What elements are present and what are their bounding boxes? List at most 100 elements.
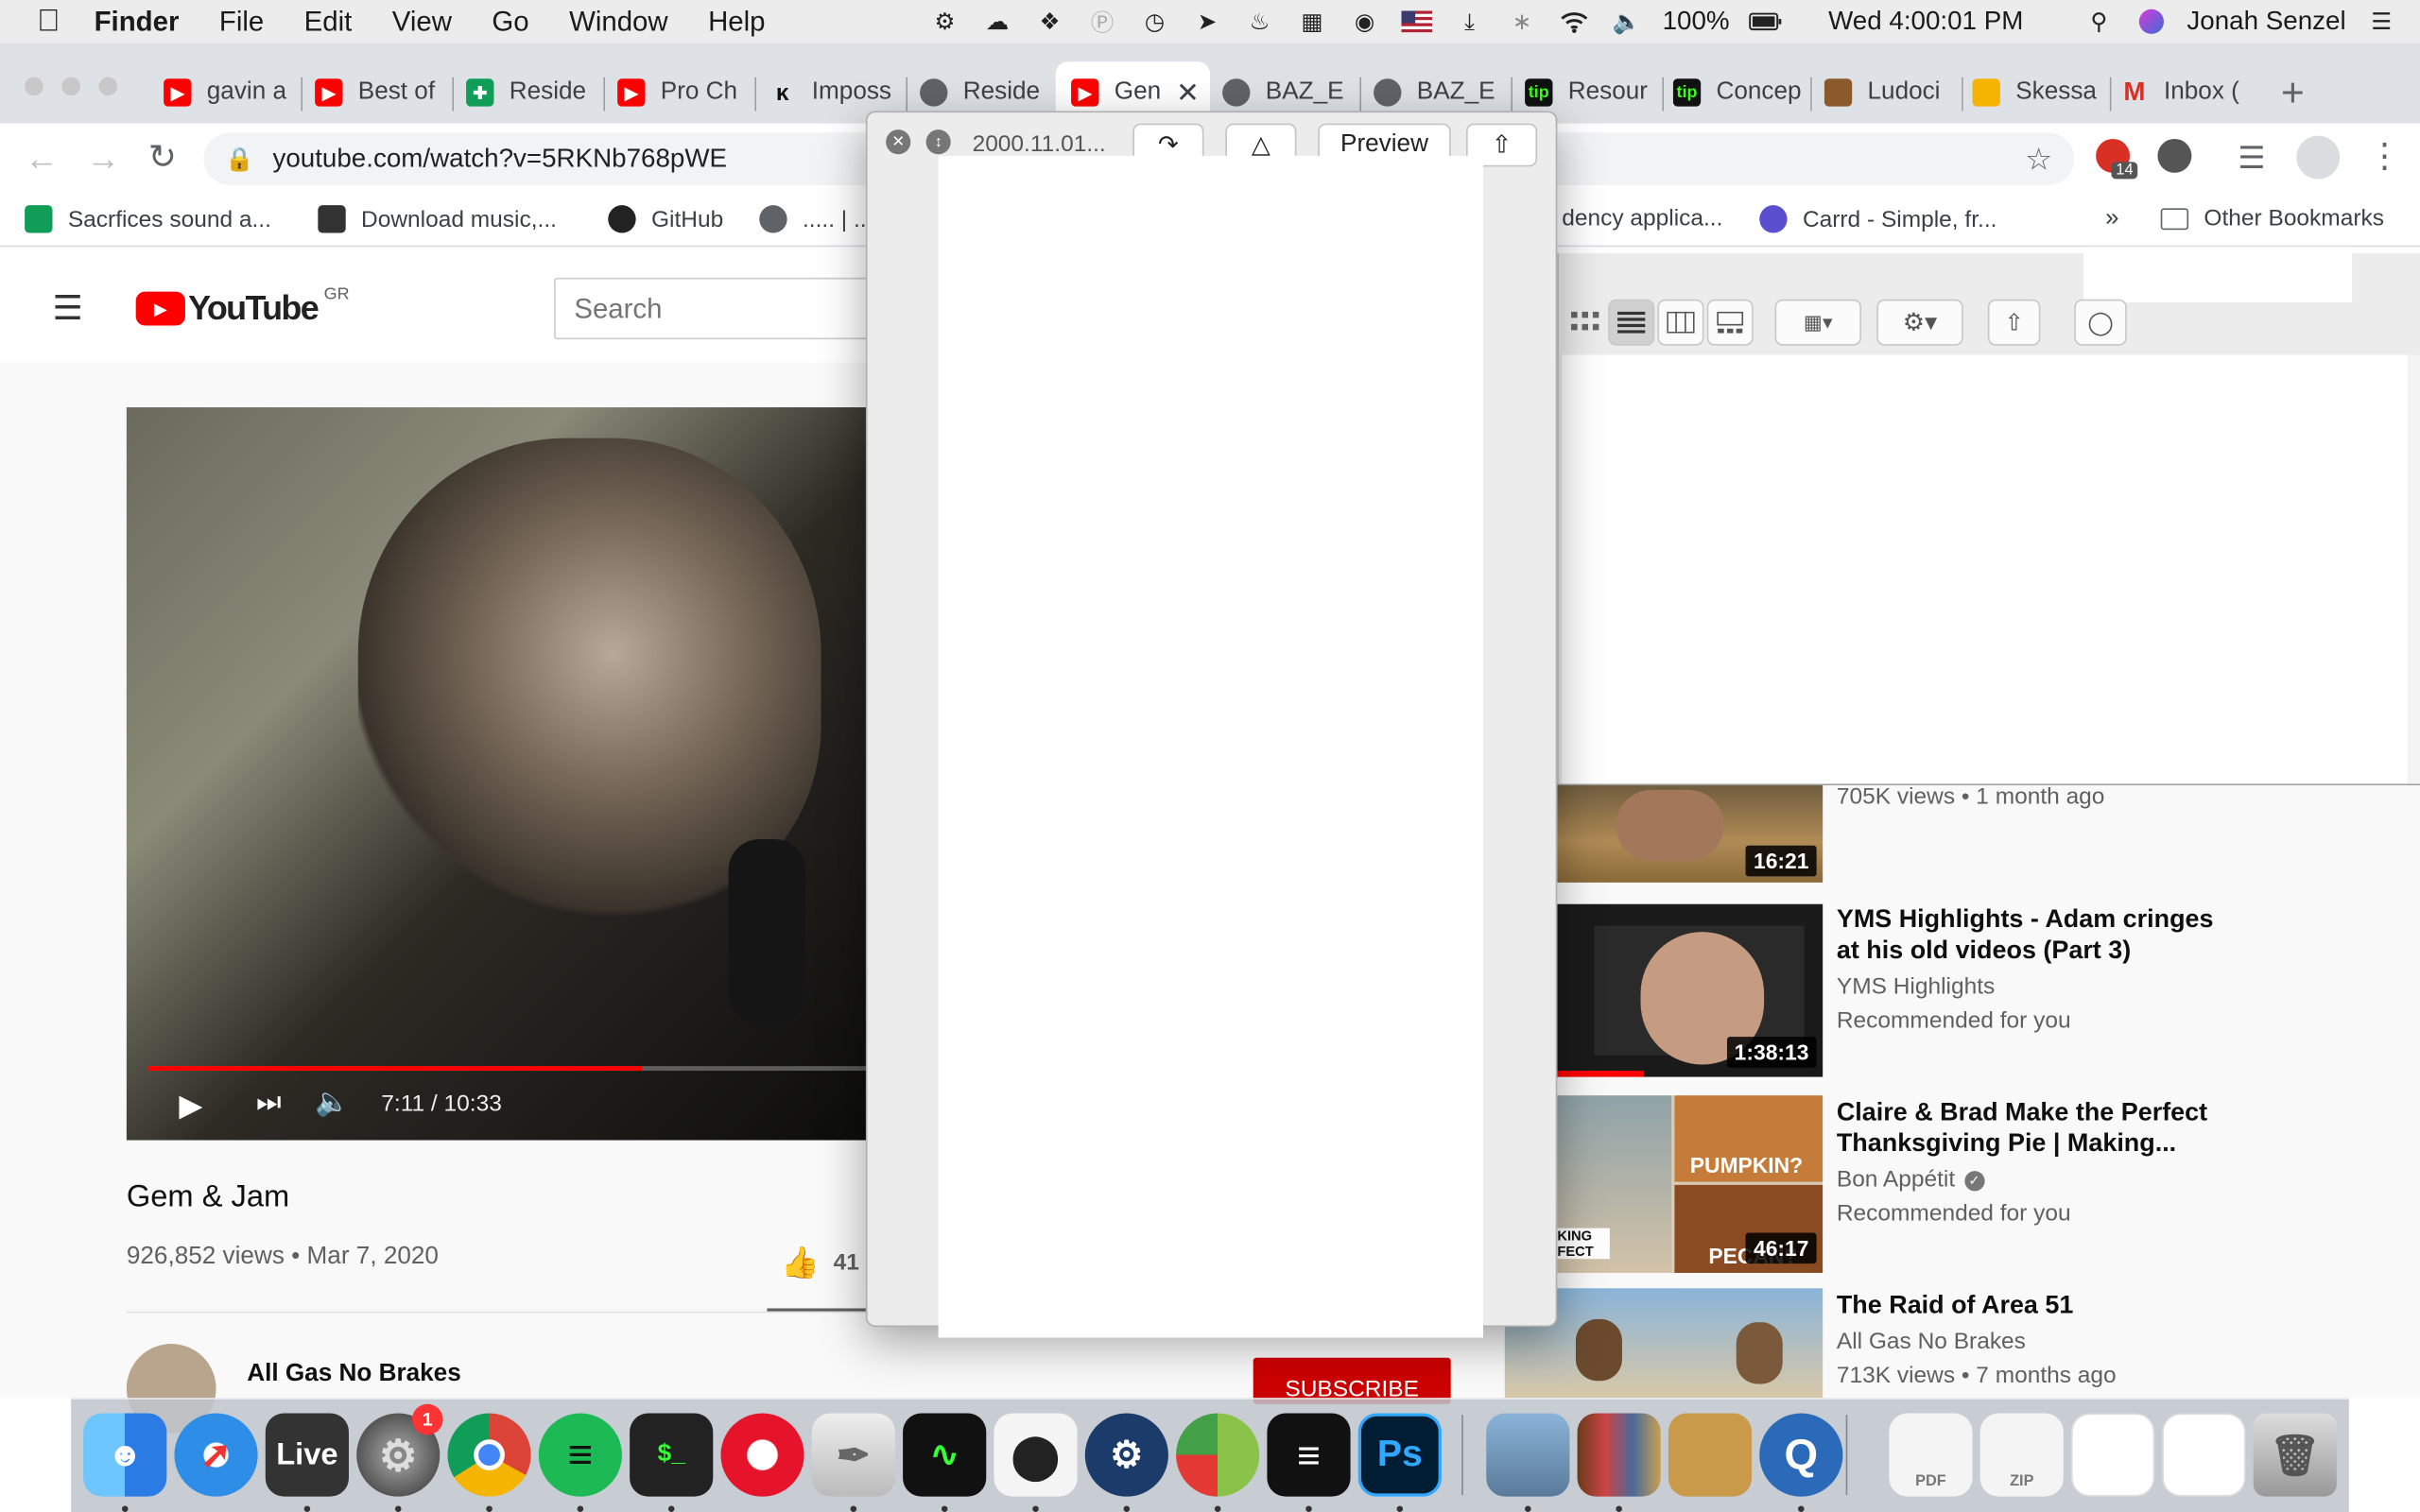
dock-chrome[interactable]: [447, 1413, 531, 1497]
finder-content[interactable]: [1562, 354, 2408, 784]
fullscreen-icon[interactable]: ↕: [925, 129, 951, 155]
bookmark-4[interactable]: dency applica...: [1562, 205, 1722, 232]
dock-quicktime[interactable]: Q: [1759, 1413, 1843, 1497]
dock-text-editor[interactable]: ≡: [1267, 1413, 1351, 1497]
sidebar-channel-2[interactable]: Bon Appétit ✓: [1837, 1163, 1985, 1197]
dock-app-leaf[interactable]: [1176, 1413, 1260, 1497]
tab-3[interactable]: ▶ Pro Ch: [617, 61, 756, 123]
reload-icon[interactable]: ↻: [148, 137, 177, 177]
window-close-icon[interactable]: [25, 77, 43, 96]
progress-track[interactable]: [147, 1066, 868, 1072]
download-icon[interactable]: ⤓: [1453, 8, 1487, 35]
bookmark-3[interactable]: ..... | ..: [759, 205, 867, 233]
dock-activity-monitor[interactable]: ∿: [903, 1413, 987, 1497]
apple-menu-icon[interactable]: : [37, 4, 60, 40]
dock-unity[interactable]: ⬤: [994, 1413, 1078, 1497]
cloud-sync-icon[interactable]: ☁: [980, 8, 1014, 36]
tags-button[interactable]: ◯: [2074, 299, 2127, 346]
column-view-button[interactable]: [1657, 299, 1704, 346]
sidebar-channel-3[interactable]: All Gas No Brakes: [1837, 1325, 2026, 1359]
tab-10[interactable]: tip Concep: [1672, 61, 1812, 123]
clock[interactable]: Wed 4:00:01 PM: [1828, 7, 2023, 38]
sidebar-thumbnail-2[interactable]: PUMPKIN? PECAN? KING FECT 46:17: [1557, 1095, 1824, 1273]
channel-name[interactable]: All Gas No Brakes: [247, 1361, 461, 1388]
next-icon[interactable]: ⏭: [256, 1086, 281, 1118]
dock-trash[interactable]: 🗑: [2253, 1413, 2337, 1497]
dock-system-preferences[interactable]: ⚙ 1: [356, 1403, 443, 1497]
wifi-icon[interactable]: [1558, 8, 1592, 35]
tab-1[interactable]: ▶ Best of: [315, 61, 455, 123]
dock-safari[interactable]: ➚: [174, 1413, 258, 1497]
dock-files-stack[interactable]: [2162, 1413, 2246, 1497]
sidebar-title-2[interactable]: Claire & Brad Make the Perfect Thanksgiv…: [1837, 1097, 2238, 1159]
dock-preview[interactable]: ✒: [811, 1413, 895, 1497]
window-zoom-icon[interactable]: [98, 77, 118, 96]
finder-search-field[interactable]: [2083, 247, 2353, 302]
document-preview[interactable]: [938, 155, 1483, 1338]
user-name[interactable]: Jonah Senzel: [2187, 7, 2345, 38]
dock-calibre[interactable]: [1577, 1413, 1661, 1497]
spotlight-search-icon[interactable]: ⚲: [2082, 8, 2116, 36]
gear-icon[interactable]: ⚙: [927, 8, 961, 36]
dock-opera[interactable]: [720, 1413, 804, 1497]
menu-help[interactable]: Help: [708, 6, 765, 38]
bookmark-2[interactable]: GitHub: [608, 205, 723, 233]
dock-photoshop[interactable]: Ps: [1357, 1413, 1442, 1497]
tab-close-icon[interactable]: ✕: [1176, 77, 1200, 109]
tab-11[interactable]: Ludoci: [1824, 61, 1963, 123]
dock-books[interactable]: [1668, 1413, 1753, 1497]
window-minimize-icon[interactable]: [61, 77, 80, 96]
other-bookmarks[interactable]: Other Bookmarks: [2160, 205, 2384, 232]
profile-avatar[interactable]: [2296, 135, 2341, 180]
bookmark-5[interactable]: Carrd - Simple, fr...: [1759, 205, 1996, 233]
dock-zip-stack[interactable]: ZIP: [1979, 1413, 2064, 1497]
back-arrow-icon[interactable]: ←: [25, 139, 59, 179]
dock-finder[interactable]: ☻: [83, 1413, 167, 1497]
menu-go[interactable]: Go: [492, 6, 528, 38]
icon-view-button[interactable]: [1562, 300, 1608, 346]
dock-documents-stack[interactable]: [2071, 1413, 2155, 1497]
bookmark-1[interactable]: Download music,...: [318, 205, 557, 233]
tab-2[interactable]: ✚ Reside: [466, 61, 605, 123]
time-machine-icon[interactable]: ◷: [1138, 8, 1172, 36]
hat-icon[interactable]: ◉: [1348, 8, 1382, 36]
dock-steam[interactable]: ⚙: [1084, 1413, 1168, 1497]
sidebar-channel-1[interactable]: YMS Highlights: [1837, 971, 1995, 1005]
sidebar-thumbnail-0[interactable]: 16:21: [1557, 781, 1824, 883]
menu-view[interactable]: View: [392, 6, 452, 38]
share-button[interactable]: ⇧: [1987, 299, 2041, 346]
layout-icon[interactable]: ▦: [1295, 8, 1329, 36]
finder-scrollbar[interactable]: [2407, 354, 2420, 784]
media-queue-icon[interactable]: ☰: [2238, 139, 2265, 178]
flame-icon[interactable]: ♨: [1243, 8, 1277, 36]
dock-spotify[interactable]: ≡: [538, 1413, 622, 1497]
gallery-view-button[interactable]: [1706, 299, 1754, 346]
sidebar-title-1[interactable]: YMS Highlights - Adam cringes at his old…: [1837, 904, 2238, 966]
menu-app-name[interactable]: Finder: [95, 6, 180, 38]
tab-12[interactable]: Skessa: [1972, 61, 2112, 123]
video-player[interactable]: ▶ ⏭ 🔈 7:11 / 10:33: [126, 407, 868, 1141]
youtube-logo[interactable]: ▶ YouTube GR: [135, 285, 350, 328]
bluetooth-icon[interactable]: ∗: [1505, 8, 1539, 36]
group-by-button[interactable]: ▦▾: [1774, 299, 1861, 346]
close-icon[interactable]: ✕: [886, 129, 911, 155]
play-icon[interactable]: ▶: [179, 1086, 202, 1125]
volume-icon[interactable]: 🔈: [315, 1086, 350, 1118]
menu-window[interactable]: Window: [569, 6, 668, 38]
send-icon[interactable]: ➤: [1190, 8, 1224, 36]
hamburger-menu-icon[interactable]: ☰: [53, 288, 83, 328]
tab-0[interactable]: ▶ gavin a: [164, 61, 302, 123]
url-text[interactable]: youtube.com/watch?v=5RKNb768pWE: [272, 144, 727, 175]
volume-icon[interactable]: 🔈: [1610, 8, 1644, 36]
battery-icon[interactable]: [1748, 8, 1782, 35]
thumbs-up-icon[interactable]: 👍: [781, 1244, 820, 1282]
us-flag-icon[interactable]: [1400, 8, 1434, 35]
forward-arrow-icon[interactable]: →: [86, 139, 120, 179]
action-button[interactable]: ⚙▾: [1876, 299, 1963, 346]
extension-gauge-icon[interactable]: [2157, 138, 2192, 173]
search-input[interactable]: [554, 277, 894, 340]
more-bookmarks-button[interactable]: »: [2105, 205, 2119, 232]
more-vert-icon[interactable]: ⋮: [2367, 136, 2401, 176]
list-view-button[interactable]: [1608, 299, 1655, 346]
bookmark-0[interactable]: Sacrfices sound a...: [25, 205, 271, 233]
